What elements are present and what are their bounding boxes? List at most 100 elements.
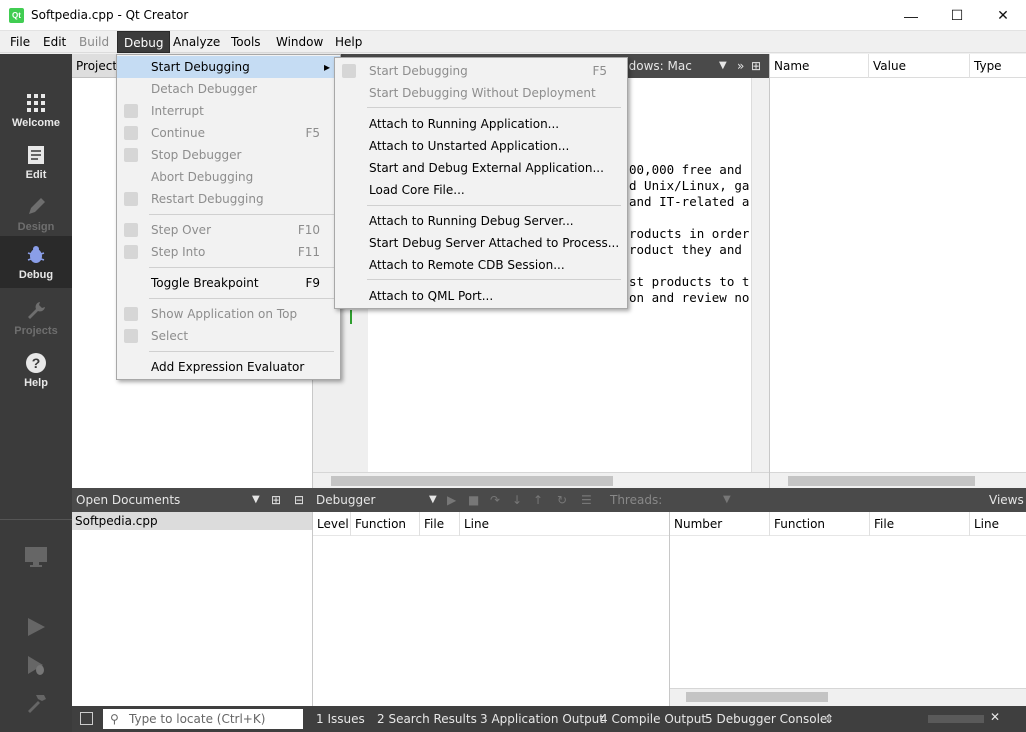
- column-function[interactable]: Function: [769, 512, 825, 536]
- code-line[interactable]: d Unix/Linux, ga: [629, 178, 749, 193]
- locals-hscroll[interactable]: [770, 472, 1026, 488]
- run-icon[interactable]: [25, 616, 47, 638]
- menu-start-debugging[interactable]: Start Debugging ▸: [117, 56, 340, 78]
- menu-debug[interactable]: Debug: [117, 31, 171, 53]
- code-line[interactable]: roduct they and: [629, 242, 742, 257]
- menu-select[interactable]: Select: [117, 325, 340, 347]
- monitor-icon[interactable]: [24, 546, 48, 568]
- editor-hscroll[interactable]: [313, 472, 769, 488]
- breakpoints-hscroll[interactable]: [670, 688, 1026, 706]
- split-icon[interactable]: ⊞: [751, 54, 761, 78]
- column-level[interactable]: Level: [313, 512, 349, 536]
- split-icon[interactable]: ⊞: [271, 488, 281, 512]
- menu-file[interactable]: File: [4, 31, 36, 53]
- menu-interrupt[interactable]: Interrupt: [117, 100, 340, 122]
- mode-welcome[interactable]: Welcome: [0, 84, 72, 136]
- pane-splitter[interactable]: [669, 512, 670, 706]
- locator-input[interactable]: Type to locate (Ctrl+K): [103, 709, 303, 729]
- toggle-sidebar-icon[interactable]: [80, 712, 93, 725]
- column-line[interactable]: Line: [459, 512, 489, 536]
- stop-icon[interactable]: ■: [468, 488, 479, 512]
- submenu-start-without-deployment[interactable]: Start Debugging Without Deployment: [335, 82, 627, 104]
- submenu-attach-running[interactable]: Attach to Running Application...: [335, 113, 627, 135]
- chevron-down-icon[interactable]: ▼: [429, 488, 437, 512]
- submenu-attach-qml-port[interactable]: Attach to QML Port...: [335, 285, 627, 307]
- build-hammer-icon[interactable]: [25, 692, 47, 714]
- menu-tools[interactable]: Tools: [225, 31, 267, 53]
- menu-analyze[interactable]: Analyze: [167, 31, 226, 53]
- scroll-thumb[interactable]: [331, 476, 613, 486]
- menu-step-over[interactable]: Step Over F10: [117, 219, 340, 241]
- submenu-attach-debug-server[interactable]: Attach to Running Debug Server...: [335, 210, 627, 232]
- menu-help[interactable]: Help: [329, 31, 368, 53]
- submenu-start-external[interactable]: Start and Debug External Application...: [335, 157, 627, 179]
- debugger-selector[interactable]: Debugger: [316, 488, 375, 512]
- menu-continue[interactable]: Continue F5: [117, 122, 340, 144]
- continue-icon[interactable]: ▶: [447, 488, 456, 512]
- column-value[interactable]: Value: [868, 54, 906, 78]
- tab-compile-output[interactable]: 4 Compile Output: [600, 706, 706, 732]
- scroll-thumb[interactable]: [788, 476, 975, 486]
- document-item[interactable]: Softpedia.cpp: [72, 512, 312, 530]
- menu-add-expression-evaluator[interactable]: Add Expression Evaluator: [117, 356, 340, 378]
- tab-issues[interactable]: 1 Issues: [316, 706, 365, 732]
- close-button[interactable]: ✕: [980, 0, 1026, 31]
- more-tabs-icon[interactable]: ⇕: [824, 706, 834, 732]
- step-into-icon[interactable]: ↓: [512, 488, 522, 512]
- column-number[interactable]: Number: [670, 512, 722, 536]
- column-name[interactable]: Name: [770, 54, 809, 78]
- code-line[interactable]: st products to t: [629, 274, 749, 289]
- maximize-button[interactable]: ☐: [934, 0, 980, 31]
- editor-vscroll[interactable]: [751, 78, 769, 472]
- tab-debugger-console[interactable]: 5 Debugger Console: [705, 706, 827, 732]
- more-icon[interactable]: »: [737, 54, 744, 78]
- scroll-thumb[interactable]: [686, 692, 828, 702]
- column-function[interactable]: Function: [350, 512, 406, 536]
- column-file[interactable]: File: [419, 512, 444, 536]
- mode-design[interactable]: Design: [0, 188, 72, 240]
- chevron-down-icon[interactable]: ▼: [719, 54, 727, 78]
- code-line[interactable]: roducts in order: [629, 226, 749, 241]
- tab-application-output[interactable]: 3 Application Output: [480, 706, 604, 732]
- menu-show-application-on-top[interactable]: Show Application on Top: [117, 303, 340, 325]
- tab-search-results[interactable]: 2 Search Results: [377, 706, 477, 732]
- code-line[interactable]: and IT-related a: [629, 194, 749, 209]
- menu-detach-debugger[interactable]: Detach Debugger: [117, 78, 340, 100]
- menu-edit[interactable]: Edit: [37, 31, 72, 53]
- submenu-start-debugging[interactable]: Start Debugging F5: [335, 60, 627, 82]
- step-out-icon[interactable]: ↑: [533, 488, 543, 512]
- mode-projects[interactable]: Projects: [0, 292, 72, 344]
- code-line[interactable]: 00,000 free and: [629, 162, 742, 177]
- submenu-attach-remote-cdb[interactable]: Attach to Remote CDB Session...: [335, 254, 627, 276]
- code-line[interactable]: on and review no: [629, 290, 749, 305]
- submenu-start-debug-server[interactable]: Start Debug Server Attached to Process..…: [335, 232, 627, 254]
- column-line[interactable]: Line: [969, 512, 999, 536]
- menu-stop-debugger[interactable]: Stop Debugger: [117, 144, 340, 166]
- debug-run-icon[interactable]: [25, 654, 47, 676]
- editor-tab-label[interactable]: ndows: Mac: [621, 54, 692, 78]
- operate-by-instruction-icon[interactable]: ☰: [581, 488, 592, 512]
- column-file[interactable]: File: [869, 512, 894, 536]
- menu-toggle-breakpoint[interactable]: Toggle Breakpoint F9: [117, 272, 340, 294]
- menu-step-into[interactable]: Step Into F11: [117, 241, 340, 263]
- minimize-button[interactable]: —: [888, 0, 934, 31]
- column-type[interactable]: Type: [969, 54, 1002, 78]
- menu-abort-debugging[interactable]: Abort Debugging: [117, 166, 340, 188]
- mode-debug[interactable]: Debug: [0, 236, 72, 288]
- menu-restart-debugging[interactable]: Restart Debugging: [117, 188, 340, 210]
- close-icon[interactable]: ✕: [990, 710, 1000, 724]
- mode-help[interactable]: ? Help: [0, 344, 72, 396]
- menu-build[interactable]: Build: [73, 31, 115, 53]
- submenu-load-core-file[interactable]: Load Core File...: [335, 179, 627, 201]
- submenu-attach-unstarted[interactable]: Attach to Unstarted Application...: [335, 135, 627, 157]
- mode-edit[interactable]: Edit: [0, 136, 72, 188]
- restart-icon[interactable]: ↻: [557, 488, 567, 512]
- chevron-down-icon[interactable]: ▼: [723, 488, 731, 512]
- bug-icon: [27, 246, 45, 263]
- step-over-icon[interactable]: ↷: [490, 488, 500, 512]
- close-pane-icon[interactable]: ⊟: [294, 488, 304, 512]
- qt-logo-icon: Qt: [9, 8, 24, 23]
- menu-window[interactable]: Window: [270, 31, 329, 53]
- chevron-down-icon[interactable]: ▼: [252, 488, 260, 512]
- views-button[interactable]: Views: [989, 488, 1024, 512]
